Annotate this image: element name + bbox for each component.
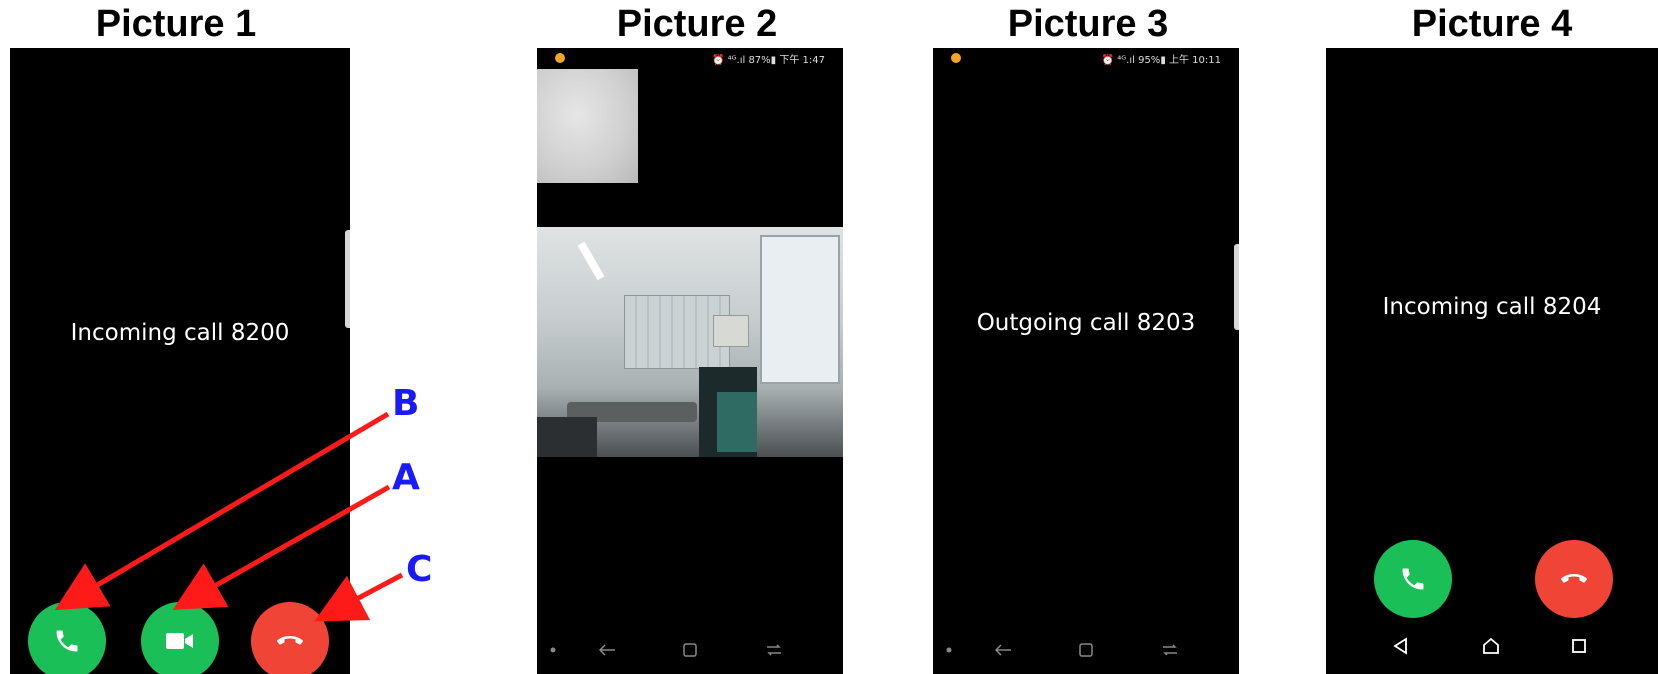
status-bar: ⏰ ⁴ᴳ.ıl 95%▮ 上午 10:11 xyxy=(933,48,1239,68)
annotation-label-c: C xyxy=(406,549,433,590)
video-camera-icon xyxy=(166,633,193,649)
picture-4-title: Picture 4 xyxy=(1411,3,1573,45)
remote-video-feed xyxy=(537,227,843,457)
notification-icon xyxy=(555,53,565,63)
notification-icon xyxy=(951,53,961,63)
side-panel-handle[interactable] xyxy=(345,230,350,328)
picture-2-screen: ⏰ ⁴ᴳ.ıl 87%▮ 下午 1:47 xyxy=(537,48,843,674)
status-text: ⏰ ⁴ᴳ.ıl 95%▮ 上午 10:11 xyxy=(1101,55,1221,66)
phone-icon xyxy=(1402,568,1424,590)
nav-overview-button[interactable] xyxy=(759,638,789,662)
annotation-label-b: B xyxy=(392,383,420,424)
voice-answer-button[interactable] xyxy=(28,602,106,674)
status-text: ⏰ ⁴ᴳ.ıl 87%▮ 下午 1:47 xyxy=(712,55,825,66)
back-arrow-icon xyxy=(598,644,615,656)
nav-overview-button[interactable] xyxy=(1155,638,1185,662)
navigation-bar xyxy=(1326,626,1658,666)
recent-apps-icon xyxy=(1079,643,1093,657)
dot-icon xyxy=(550,647,556,653)
overview-icon xyxy=(767,644,781,656)
nav-home-button[interactable] xyxy=(1071,638,1101,662)
picture-2-title: Picture 2 xyxy=(616,3,778,45)
nav-back-button[interactable] xyxy=(1386,632,1416,660)
picture-1-title: Picture 1 xyxy=(95,3,257,45)
picture-1-screen: Incoming call 8200 xyxy=(10,48,350,674)
nav-back-button[interactable] xyxy=(592,638,622,662)
decline-button[interactable] xyxy=(251,602,329,674)
self-view-preview[interactable] xyxy=(537,69,638,183)
incoming-call-label: Incoming call 8204 xyxy=(1382,294,1602,320)
outgoing-call-label: Outgoing call 8203 xyxy=(976,310,1196,336)
back-triangle-icon xyxy=(1393,637,1407,655)
nav-dot xyxy=(547,640,559,660)
nav-home-button[interactable] xyxy=(1476,632,1506,660)
hang-up-icon xyxy=(277,636,303,645)
picture-3-title: Picture 3 xyxy=(1007,3,1169,45)
navigation-bar xyxy=(933,630,1239,670)
overview-icon xyxy=(1163,644,1177,656)
video-answer-button[interactable] xyxy=(141,602,219,674)
back-arrow-icon xyxy=(994,644,1011,656)
answer-button[interactable] xyxy=(1374,540,1452,618)
nav-back-button[interactable] xyxy=(988,638,1018,662)
dot-icon xyxy=(946,647,952,653)
recents-square-icon xyxy=(1572,639,1586,653)
decline-button[interactable] xyxy=(1535,540,1613,618)
annotation-label-a: A xyxy=(392,457,420,498)
phone-icon xyxy=(56,630,78,652)
status-bar: ⏰ ⁴ᴳ.ıl 87%▮ 下午 1:47 xyxy=(537,48,843,68)
incoming-call-label: Incoming call 8200 xyxy=(70,320,290,346)
recent-apps-icon xyxy=(683,643,697,657)
nav-recents-button[interactable] xyxy=(1564,632,1594,660)
nav-dot xyxy=(943,640,955,660)
hang-up-icon xyxy=(1561,574,1587,583)
side-panel-handle[interactable] xyxy=(1234,244,1239,330)
picture-3-screen: ⏰ ⁴ᴳ.ıl 95%▮ 上午 10:11 Outgoing call 8203 xyxy=(933,48,1239,674)
home-icon xyxy=(1483,637,1499,654)
picture-4-screen: Incoming call 8204 xyxy=(1326,48,1658,674)
navigation-bar xyxy=(537,630,843,670)
nav-home-button[interactable] xyxy=(675,638,705,662)
